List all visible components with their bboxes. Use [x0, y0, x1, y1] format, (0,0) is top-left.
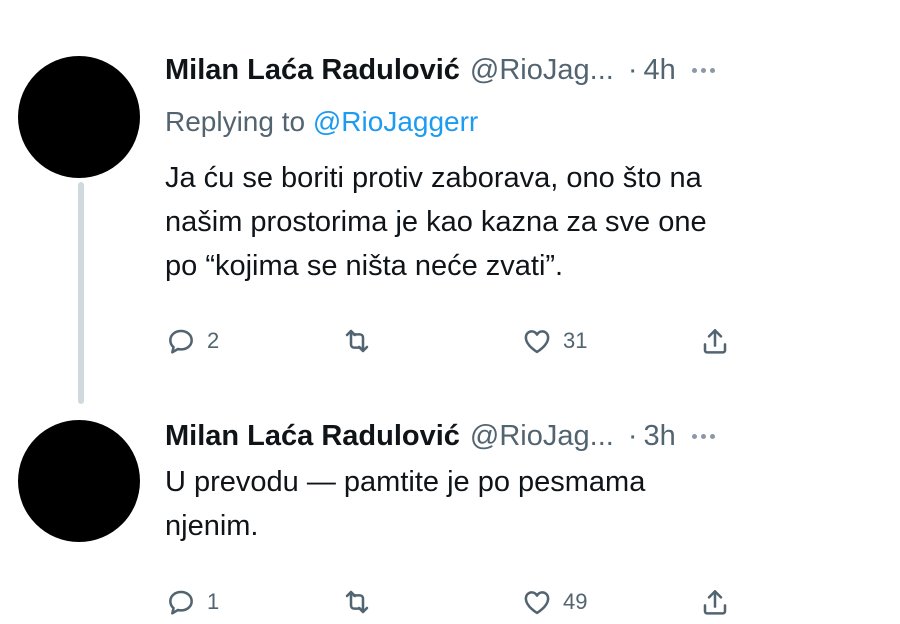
- tweet-thread: Milan Laća Radulović @RioJag... · 4h Rep…: [0, 0, 900, 624]
- share-icon: [699, 586, 731, 618]
- retweet-icon: [341, 586, 373, 618]
- avatar[interactable]: [18, 56, 140, 178]
- tweet-text: Ja ću se boriti protiv zaborava, ono što…: [165, 156, 860, 288]
- tweet-content: Milan Laća Radulović @RioJag... · 4h Rep…: [165, 48, 860, 288]
- like-count: 49: [563, 589, 588, 614]
- tweet-content: Milan Laća Radulović @RioJag... · 3h U p…: [165, 414, 860, 548]
- tweet[interactable]: Milan Laća Radulović @RioJag... · 3h U p…: [0, 400, 900, 624]
- reply-button[interactable]: 2: [165, 319, 219, 363]
- tweet-header: Milan Laća Radulović @RioJag... · 3h: [165, 414, 860, 458]
- heart-icon: [521, 325, 553, 357]
- retweet-button[interactable]: [341, 319, 383, 363]
- retweet-icon: [341, 325, 373, 357]
- separator-dot: ·: [627, 420, 638, 452]
- timestamp[interactable]: 3h: [643, 414, 675, 458]
- tweet-actions: 2 31: [165, 319, 755, 363]
- reply-count: 2: [207, 328, 220, 353]
- reply-icon: [165, 325, 197, 357]
- avatar[interactable]: [18, 420, 140, 542]
- user-handle[interactable]: @RioJag...: [470, 48, 614, 92]
- tweet-text-line: U prevodu — pamtite je po pesmama: [165, 466, 646, 498]
- heart-icon: [521, 586, 553, 618]
- reply-count: 1: [207, 589, 220, 614]
- tweet-text-line: Ja ću se boriti protiv zaborava, ono što…: [165, 162, 702, 194]
- share-button[interactable]: [699, 319, 731, 363]
- tweet-text: U prevodu — pamtite je po pesmama njenim…: [165, 460, 860, 548]
- share-button[interactable]: [699, 580, 731, 624]
- tweet-text-line: po “kojima se ništa neće zvati”.: [165, 250, 564, 282]
- separator-dot: ·: [627, 54, 638, 86]
- more-icon[interactable]: [691, 414, 715, 458]
- tweet[interactable]: Milan Laća Radulović @RioJag... · 4h Rep…: [0, 0, 900, 400]
- tweet-text-line: našim prostorima je kao kazna za sve one: [165, 206, 707, 238]
- tweet-actions: 1 49: [165, 580, 755, 624]
- reply-icon: [165, 586, 197, 618]
- like-count: 31: [563, 328, 588, 353]
- like-button[interactable]: 49: [521, 580, 587, 624]
- like-button[interactable]: 31: [521, 319, 587, 363]
- replying-to: Replying to @RioJaggerr: [165, 102, 860, 142]
- timestamp[interactable]: 4h: [643, 48, 675, 92]
- user-handle[interactable]: @RioJag...: [470, 414, 614, 458]
- tweet-text-line: njenim.: [165, 510, 259, 542]
- share-icon: [699, 325, 731, 357]
- display-name[interactable]: Milan Laća Radulović: [165, 414, 460, 458]
- tweet-header: Milan Laća Radulović @RioJag... · 4h: [165, 48, 860, 92]
- retweet-button[interactable]: [341, 580, 383, 624]
- more-icon[interactable]: [691, 48, 715, 92]
- replying-to-mention[interactable]: @RioJaggerr: [313, 106, 478, 137]
- display-name[interactable]: Milan Laća Radulović: [165, 48, 460, 92]
- replying-to-label: Replying to: [165, 106, 313, 137]
- reply-button[interactable]: 1: [165, 580, 219, 624]
